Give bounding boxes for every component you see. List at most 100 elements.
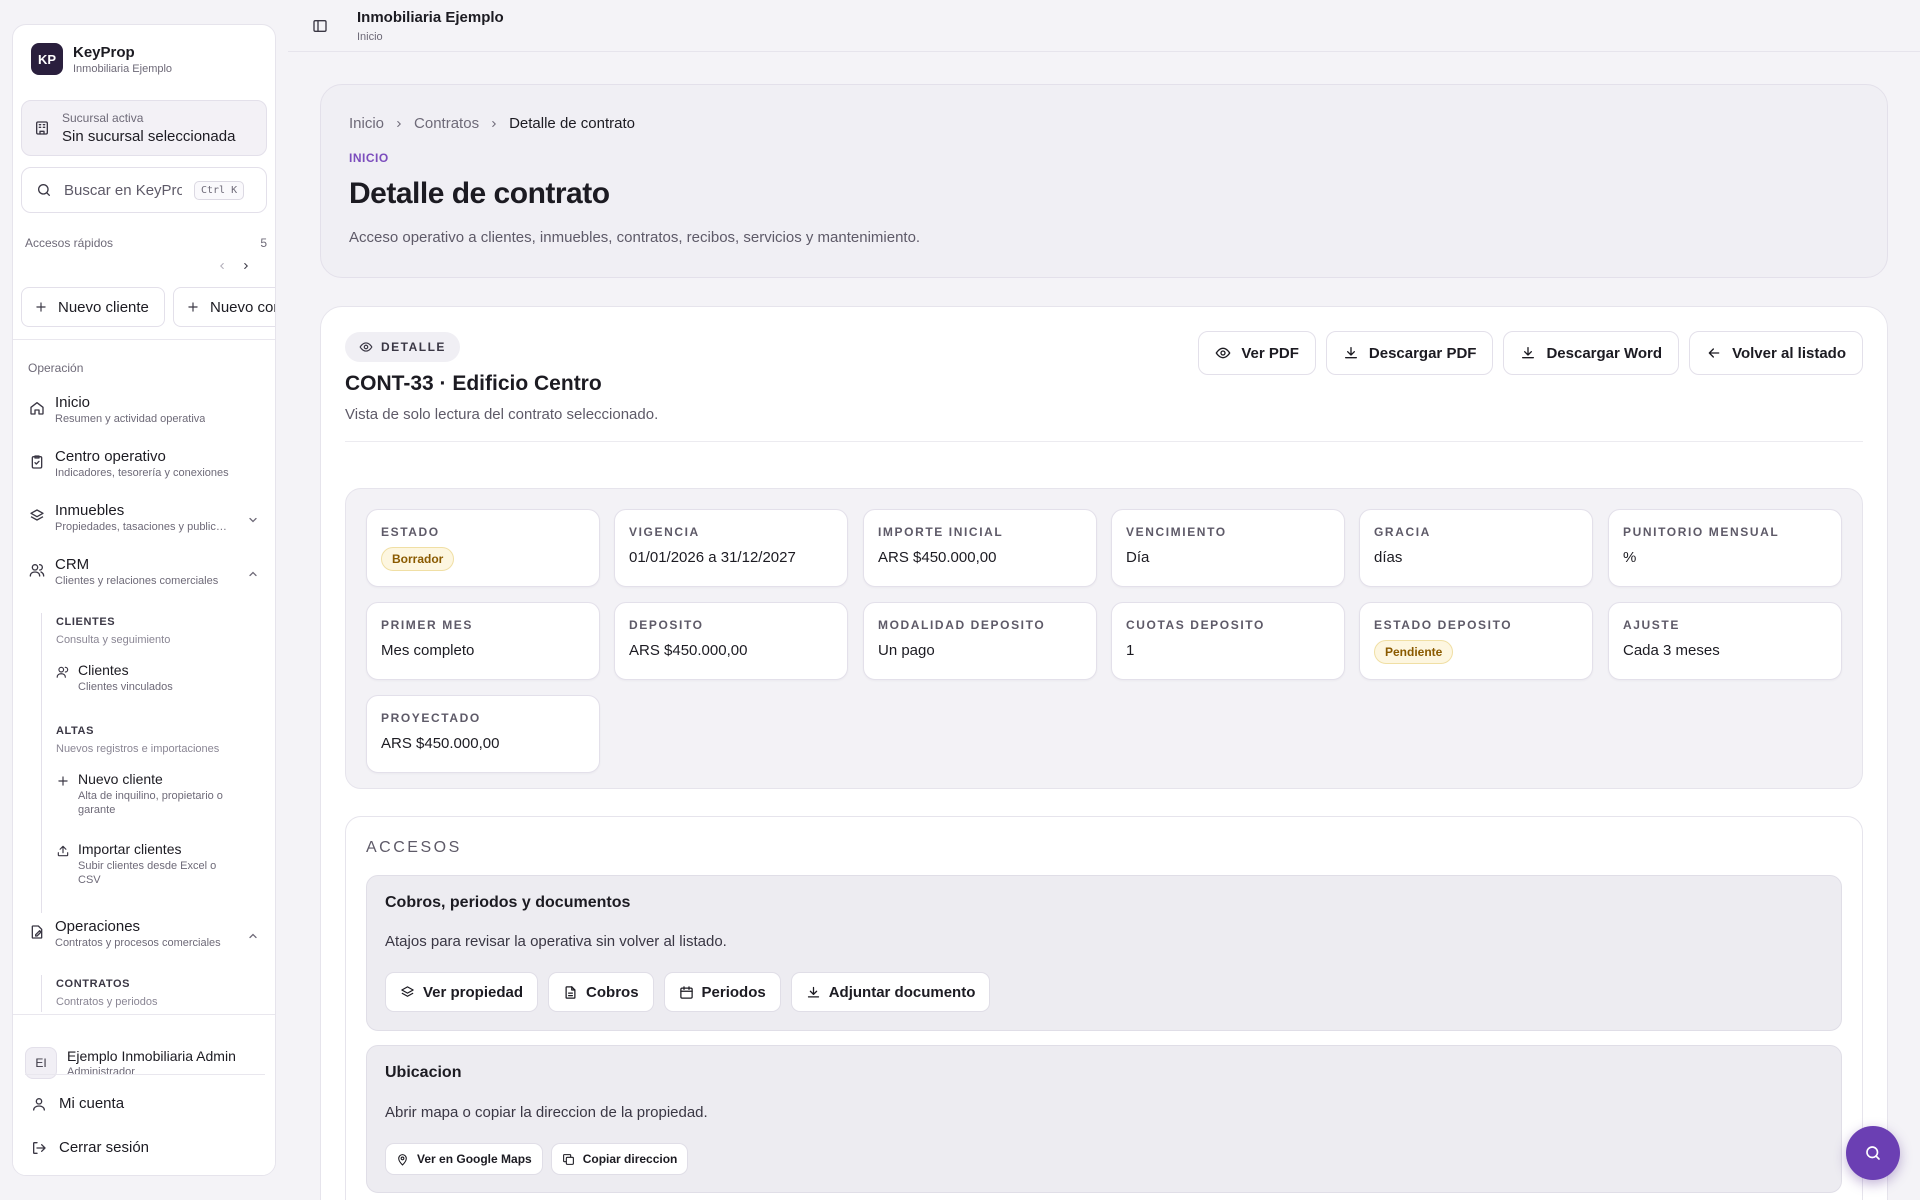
sidebar-toggle-icon[interactable] <box>312 18 328 34</box>
sidebar-divider <box>13 339 275 340</box>
status-badge: Borrador <box>381 547 455 571</box>
nav-item-operaciones[interactable]: Operaciones Contratos y procesos comerci… <box>29 918 259 949</box>
field-deposito: DEPOSITO ARS $450.000,00 <box>614 602 848 680</box>
sub-item-clientes[interactable]: Clientes Clientes vinculados <box>56 662 246 694</box>
page-eyebrow: INICIO <box>349 151 389 165</box>
sub-item-desc: Alta de inquilino, propietario o garante <box>78 790 223 816</box>
panel-title: Ubicacion <box>385 1064 462 1081</box>
quick-new-contract-button[interactable]: Nuevo contrato <box>173 287 275 327</box>
download-word-button[interactable]: Descargar Word <box>1503 331 1680 375</box>
field-cuotas-deposito: CUOTAS DEPOSITO 1 <box>1111 602 1345 680</box>
sidebar-search[interactable]: Ctrl K <box>21 167 267 213</box>
sub-item-importar-clientes[interactable]: Importar clientes Subir clientes desde E… <box>56 841 246 887</box>
download-pdf-label: Descargar PDF <box>1368 344 1477 362</box>
nav-item-title: Inicio <box>55 394 91 411</box>
chevron-down-icon[interactable] <box>247 514 259 526</box>
field-modalidad-deposito: MODALIDAD DEPOSITO Un pago <box>863 602 1097 680</box>
page-title: Detalle de contrato <box>349 177 610 210</box>
brand[interactable]: KP KeyProp Inmobiliaria Ejemplo <box>31 43 172 75</box>
download-pdf-button[interactable]: Descargar PDF <box>1325 331 1494 375</box>
field-value: Cada 3 meses <box>1623 642 1720 659</box>
sidebar-divider <box>13 1014 275 1015</box>
cobros-button[interactable]: Cobros <box>548 972 654 1012</box>
user-name: Ejemplo Inmobiliaria Admin <box>67 1048 236 1064</box>
field-label: GRACIA <box>1374 525 1431 539</box>
nav-item-title: Centro operativo <box>55 448 166 465</box>
field-importe-inicial: IMPORTE INICIAL ARS $450.000,00 <box>863 509 1097 587</box>
branch-selector[interactable]: Sucursal activa Sin sucursal seleccionad… <box>21 100 267 156</box>
view-pdf-button[interactable]: Ver PDF <box>1198 331 1316 375</box>
nav-item-inicio[interactable]: Inicio Resumen y actividad operativa <box>29 394 259 425</box>
plus-icon <box>56 774 70 788</box>
breadcrumb-contratos[interactable]: Contratos <box>414 115 479 132</box>
field-label: ESTADO DEPOSITO <box>1374 618 1513 632</box>
quick-access-header: Accesos rápidos 5 <box>25 236 267 250</box>
sub-item-nuevo-cliente[interactable]: Nuevo cliente Alta de inquilino, propiet… <box>56 771 246 817</box>
quick-access-count: 5 <box>260 236 267 250</box>
chevron-right-icon <box>489 119 499 129</box>
my-account-label: Mi cuenta <box>59 1095 125 1112</box>
field-value: ARS $450.000,00 <box>629 642 748 659</box>
panel-description: Abrir mapa o copiar la direccion de la p… <box>385 1104 708 1121</box>
copy-address-button[interactable]: Copiar direccion <box>550 1143 689 1175</box>
nav-item-crm[interactable]: CRM Clientes y relaciones comerciales <box>29 556 259 587</box>
panel-description: Atajos para revisar la operativa sin vol… <box>385 933 727 950</box>
contract-actions: Ver PDF Descargar PDF Descargar Word Vol… <box>1198 331 1863 375</box>
attach-document-label: Adjuntar documento <box>828 983 976 1001</box>
chevron-up-icon[interactable] <box>247 568 259 580</box>
view-property-label: Ver propiedad <box>423 983 524 1001</box>
search-icon <box>36 182 52 198</box>
google-maps-button[interactable]: Ver en Google Maps <box>385 1143 543 1175</box>
clipboard-check-icon <box>29 454 45 470</box>
logout-icon <box>31 1140 47 1156</box>
nav-item-sub: Clientes y relaciones comerciales <box>55 575 219 587</box>
crm-altas-desc: Nuevos registros e importaciones <box>56 743 220 755</box>
op-contratos-head: CONTRATOS <box>56 978 131 990</box>
breadcrumb-inicio[interactable]: Inicio <box>349 115 384 132</box>
field-label: ESTADO <box>381 525 440 539</box>
search-shortcut: Ctrl K <box>194 180 245 200</box>
nav-item-sub: Contratos y procesos comerciales <box>55 937 221 949</box>
nav-item-title: CRM <box>55 556 90 573</box>
back-to-list-button[interactable]: Volver al listado <box>1689 331 1863 375</box>
search-input[interactable] <box>64 181 182 199</box>
topbar-subtitle: Inicio <box>357 31 383 43</box>
plus-icon <box>186 300 200 314</box>
floating-search-button[interactable] <box>1846 1126 1900 1180</box>
periodos-label: Periodos <box>701 983 766 1001</box>
download-icon <box>806 985 821 1000</box>
attach-document-button[interactable]: Adjuntar documento <box>790 972 991 1012</box>
field-label: PROYECTADO <box>381 711 481 725</box>
chevron-right-icon[interactable] <box>241 261 251 271</box>
field-label: PUNITORIO MENSUAL <box>1623 525 1780 539</box>
chevron-left-icon[interactable] <box>217 261 227 271</box>
user-role: Administrador <box>67 1066 135 1078</box>
field-value: ARS $450.000,00 <box>878 549 997 566</box>
field-ajuste: AJUSTE Cada 3 meses <box>1608 602 1842 680</box>
view-property-button[interactable]: Ver propiedad <box>385 972 539 1012</box>
periodos-button[interactable]: Periodos <box>663 972 781 1012</box>
quick-new-client-button[interactable]: Nuevo cliente <box>21 287 165 327</box>
download-icon <box>1520 345 1536 361</box>
chevron-up-icon[interactable] <box>247 930 259 942</box>
nav-item-inmuebles[interactable]: Inmuebles Propiedades, tasaciones y publ… <box>29 502 259 533</box>
contract-title: CONT-33 · Edificio Centro <box>345 372 602 395</box>
field-proyectado: PROYECTADO ARS $450.000,00 <box>366 695 600 773</box>
contract-detail-card: DETALLE CONT-33 · Edificio Centro Vista … <box>320 306 1888 1200</box>
page-description: Acceso operativo a clientes, inmuebles, … <box>349 229 921 246</box>
copy-address-label: Copiar direccion <box>582 1152 678 1166</box>
nav-item-centro-operativo[interactable]: Centro operativo Indicadores, tesorería … <box>29 448 259 479</box>
field-label: DEPOSITO <box>629 618 704 632</box>
field-value: 1 <box>1126 642 1135 659</box>
google-maps-label: Ver en Google Maps <box>417 1152 532 1166</box>
field-label: IMPORTE INICIAL <box>878 525 1004 539</box>
panel-buttons: Ver en Google Maps Copiar direccion <box>385 1143 689 1175</box>
field-value: ARS $450.000,00 <box>381 735 500 752</box>
users-icon <box>29 562 45 578</box>
my-account-link[interactable]: Mi cuenta <box>31 1095 124 1112</box>
breadcrumb: Inicio Contratos Detalle de contrato <box>349 115 635 132</box>
brand-company: Inmobiliaria Ejemplo <box>73 62 173 75</box>
page-header: Inicio Contratos Detalle de contrato INI… <box>320 84 1888 278</box>
sub-item-desc: Clientes vinculados <box>78 681 173 693</box>
logout-link[interactable]: Cerrar sesión <box>31 1139 149 1156</box>
